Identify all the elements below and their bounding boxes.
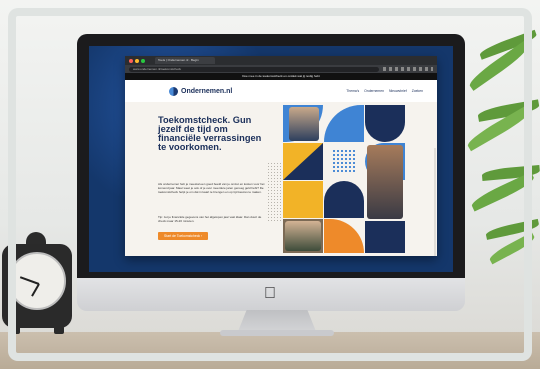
hero-section: Toekomstcheck. Gun jezelf de tijd om fin…: [125, 102, 437, 256]
monitor-stand-base: [220, 330, 334, 336]
minimize-window-icon[interactable]: [135, 58, 139, 63]
monitor-bezel: Toets | Ondernemen.nl · Begin www.ondern…: [77, 34, 465, 278]
site-logo-text[interactable]: Ondernemen.nl: [181, 88, 232, 95]
browser-tab[interactable]: Toets | Ondernemen.nl · Begin: [155, 57, 215, 64]
hero-tip-text: Tip: zet je financiële gegevens van het …: [158, 215, 262, 223]
announcement-banner[interactable]: Doe mee in de toekomstcheck en ontdek wa…: [125, 73, 437, 80]
browser-window: Toets | Ondernemen.nl · Begin www.ondern…: [125, 56, 437, 256]
hero-title: Toekomstcheck. Gun jezelf de tijd om fin…: [158, 115, 262, 152]
logo-icon[interactable]: [169, 86, 178, 96]
dot-pattern: [267, 162, 281, 222]
site-header: Ondernemen.nl Thema's Ondernemen Nieuwsb…: [125, 80, 437, 102]
hero-illustration: [283, 105, 405, 253]
nav-item-nieuwsbrief[interactable]: Nieuwsbrief: [389, 89, 407, 93]
extension-icons[interactable]: [383, 67, 433, 71]
plant-icon: [460, 29, 540, 280]
apple-logo-icon: : [264, 285, 276, 303]
maximize-window-icon[interactable]: [141, 58, 145, 63]
main-nav: Thema's Ondernemen Nieuwsbrief Zoeken: [346, 89, 423, 93]
nav-item-themas[interactable]: Thema's: [346, 89, 359, 93]
monitor-screen: Toets | Ondernemen.nl · Begin www.ondern…: [89, 46, 453, 272]
browser-tabbar: Toets | Ondernemen.nl · Begin: [125, 56, 437, 65]
desk-surface: [0, 332, 540, 369]
photo-scene: Toets | Ondernemen.nl · Begin www.ondern…: [0, 0, 540, 369]
close-window-icon[interactable]: [129, 58, 133, 63]
monitor-chin: : [77, 278, 465, 311]
url-field[interactable]: www.ondernemen.nl/toekomstcheck: [129, 66, 379, 72]
page-scrollbar[interactable]: [434, 148, 436, 256]
person-photo: [289, 107, 319, 141]
clock-icon: [2, 232, 72, 342]
nav-item-zoeken[interactable]: Zoeken: [412, 89, 423, 93]
person-photo: [367, 145, 403, 219]
nav-item-ondernemen[interactable]: Ondernemen: [364, 89, 384, 93]
hero-body-text: Als ondernemer heb je meestal een goed b…: [158, 182, 265, 194]
person-photo: [285, 221, 321, 251]
imac-monitor: Toets | Ondernemen.nl · Begin www.ondern…: [77, 34, 465, 311]
browser-address-bar: www.ondernemen.nl/toekomstcheck: [125, 65, 437, 73]
start-check-button[interactable]: Start de Toekomstcheck ›: [158, 232, 209, 240]
